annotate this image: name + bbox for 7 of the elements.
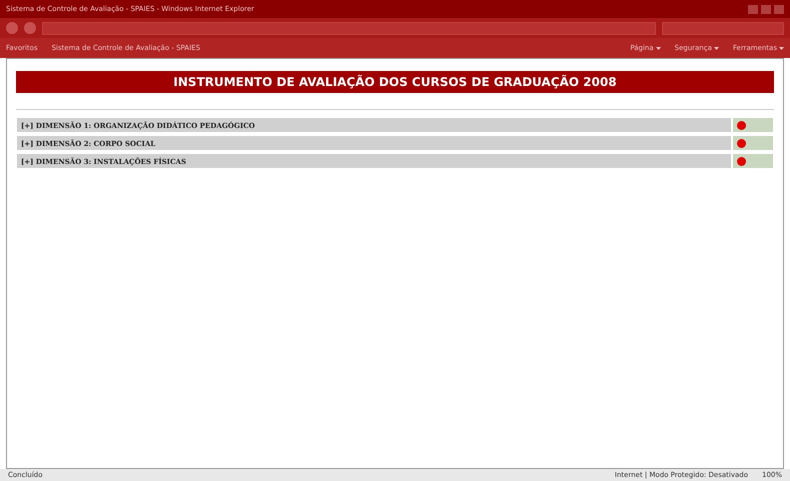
caret-icon [656, 46, 660, 50]
caret-icon [779, 46, 784, 50]
back-icon[interactable] [6, 22, 18, 34]
caret-icon [714, 46, 719, 50]
page-banner: INSTRUMENTO DE AVALIAÇÃO DOS CURSOS DE GRADUAÇÃO 2008 [16, 71, 774, 93]
forward-icon[interactable] [24, 22, 36, 34]
search-field[interactable] [662, 22, 784, 34]
